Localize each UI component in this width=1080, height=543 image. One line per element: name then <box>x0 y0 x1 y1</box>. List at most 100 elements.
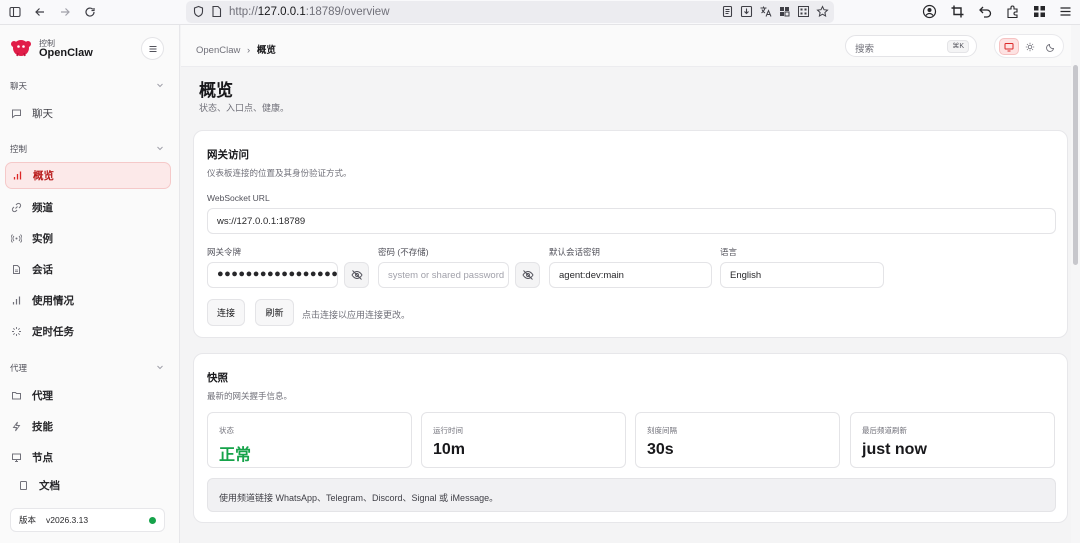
sidebar-item-usage[interactable]: 使用情况 <box>5 287 171 313</box>
sidebar-item-cron-jobs[interactable]: 定时任务 <box>5 318 171 344</box>
chevron-down-icon[interactable] <box>156 363 164 371</box>
page-info-icon[interactable] <box>210 5 224 19</box>
sidebar-item-channels[interactable]: 频道 <box>5 194 171 220</box>
chevron-down-icon[interactable] <box>156 81 164 89</box>
refresh-button[interactable]: 刷新 <box>255 299 294 326</box>
stat-label: 运行时间 <box>433 426 463 435</box>
version-number: v2026.3.13 <box>46 515 89 525</box>
reload-icon[interactable] <box>81 3 99 21</box>
qr-code-icon[interactable] <box>797 5 811 19</box>
sidebar-item-docs[interactable]: 文档 <box>12 472 162 498</box>
document-icon <box>11 264 22 275</box>
light-theme-button[interactable] <box>1020 38 1040 55</box>
crop-icon[interactable] <box>950 4 966 20</box>
sidebar-item-agents[interactable]: 代理 <box>5 382 171 408</box>
sidebar-item-instances[interactable]: 实例 <box>5 225 171 251</box>
sidebar-item-label: 实例 <box>32 232 53 245</box>
sidebar-item-label: 节点 <box>32 451 53 464</box>
sidebar-item-sessions[interactable]: 会话 <box>5 256 171 282</box>
translate-icon[interactable] <box>759 5 773 19</box>
browser-toolbar: http://127.0.0.1:18789/overview <box>0 0 1080 25</box>
monitor-icon <box>1004 42 1014 51</box>
broadcast-icon <box>11 233 22 244</box>
dark-theme-button[interactable] <box>1041 38 1061 55</box>
gateway-token-input[interactable]: ●●●●●●●●●●●●●●●●●●●● <box>207 262 338 288</box>
scrollbar[interactable] <box>1071 25 1080 543</box>
stat-value: just now <box>862 441 927 458</box>
system-theme-button[interactable] <box>999 38 1019 55</box>
card-subtitle: 最新的网关握手信息。 <box>207 391 293 401</box>
sidebar-item-label: 文档 <box>39 479 60 492</box>
book-icon <box>18 480 29 491</box>
eye-off-icon <box>521 270 534 280</box>
chat-icon <box>11 108 22 119</box>
stat-value: 正常 <box>219 447 252 464</box>
sidebar-item-nodes[interactable]: 节点 <box>5 444 171 470</box>
sidebar-item-label: 频道 <box>32 201 53 214</box>
undo-icon[interactable] <box>978 4 994 20</box>
language-label: 语言 <box>720 247 738 257</box>
link-icon <box>11 202 22 213</box>
apps-grid-icon[interactable] <box>778 5 792 19</box>
gateway-token-label: 网关令牌 <box>207 247 242 257</box>
sidebar-item-label: 代理 <box>32 389 53 402</box>
stat-tick-interval: 刻度间隔 30s <box>635 412 840 468</box>
collapse-sidebar-button[interactable] <box>141 37 164 60</box>
bookmark-star-icon[interactable] <box>816 5 830 19</box>
sidebar-toggle-icon[interactable] <box>6 3 24 21</box>
url-text[interactable]: http://127.0.0.1:18789/overview <box>229 6 390 18</box>
search-input[interactable]: 搜索 ⌘K <box>845 35 977 57</box>
eye-off-icon <box>350 270 363 280</box>
brand-name: OpenClaw <box>39 47 93 59</box>
stat-value: 10m <box>433 441 466 458</box>
bar-chart-icon <box>11 295 22 306</box>
menu-grid-icon[interactable] <box>1032 4 1048 20</box>
extensions-icon[interactable] <box>1005 4 1021 20</box>
loader-icon <box>11 326 22 337</box>
section-chat[interactable]: 聊天 <box>10 80 27 92</box>
toggle-password-visibility-button[interactable] <box>515 262 540 288</box>
theme-switcher <box>994 34 1064 58</box>
shield-icon[interactable] <box>192 5 206 19</box>
back-icon[interactable] <box>31 3 49 21</box>
reader-view-icon[interactable] <box>721 5 735 19</box>
sidebar-item-skills[interactable]: 技能 <box>5 413 171 439</box>
connect-button[interactable]: 连接 <box>207 299 245 326</box>
stat-uptime: 运行时间 10m <box>421 412 626 468</box>
version-badge: 版本 v2026.3.13 <box>10 508 165 532</box>
bar-chart-icon <box>12 170 23 181</box>
section-agents[interactable]: 代理 <box>10 362 27 374</box>
sidebar-item-chat[interactable]: 聊天 <box>5 100 171 126</box>
download-page-icon[interactable] <box>740 5 754 19</box>
sun-icon <box>1025 42 1035 51</box>
version-label: 版本 <box>19 515 37 525</box>
websocket-url-input[interactable]: ws://127.0.0.1:18789 <box>207 208 1056 234</box>
connect-hint: 点击连接以应用连接更改。 <box>302 310 411 320</box>
page-subtitle: 状态、入口点、健康。 <box>199 103 290 113</box>
account-icon[interactable] <box>922 4 938 20</box>
snapshot-card: 快照 最新的网关握手信息。 状态 正常 运行时间 10m 刻度间隔 30s 最后… <box>193 353 1068 523</box>
sidebar-item-overview[interactable]: 概览 <box>5 162 171 189</box>
breadcrumb-current: 概览 <box>256 45 276 56</box>
session-key-input[interactable]: agent:dev:main <box>549 262 712 288</box>
sidebar-item-label: 使用情况 <box>32 294 74 307</box>
language-select[interactable]: English <box>720 262 884 288</box>
password-input[interactable]: system or shared password <box>378 262 509 288</box>
password-label: 密码 (不存储) <box>378 247 429 257</box>
stat-value: 30s <box>647 441 674 458</box>
scrollbar-thumb[interactable] <box>1073 65 1078 265</box>
address-bar[interactable]: http://127.0.0.1:18789/overview <box>186 1 834 23</box>
forward-icon[interactable] <box>56 3 74 21</box>
toggle-token-visibility-button[interactable] <box>344 262 369 288</box>
stat-label: 最后频道刷新 <box>862 426 907 435</box>
openclaw-logo <box>10 36 32 58</box>
hamburger-menu-icon[interactable] <box>1058 4 1074 20</box>
connection-status-dot <box>149 517 156 524</box>
moon-icon <box>1046 43 1055 52</box>
sidebar-item-label: 概览 <box>33 170 54 182</box>
section-control[interactable]: 控制 <box>10 143 27 155</box>
stat-label: 刻度间隔 <box>647 426 677 435</box>
chevron-down-icon[interactable] <box>156 144 164 152</box>
breadcrumb-root[interactable]: OpenClaw <box>196 45 240 56</box>
sidebar-item-label: 技能 <box>32 420 53 433</box>
